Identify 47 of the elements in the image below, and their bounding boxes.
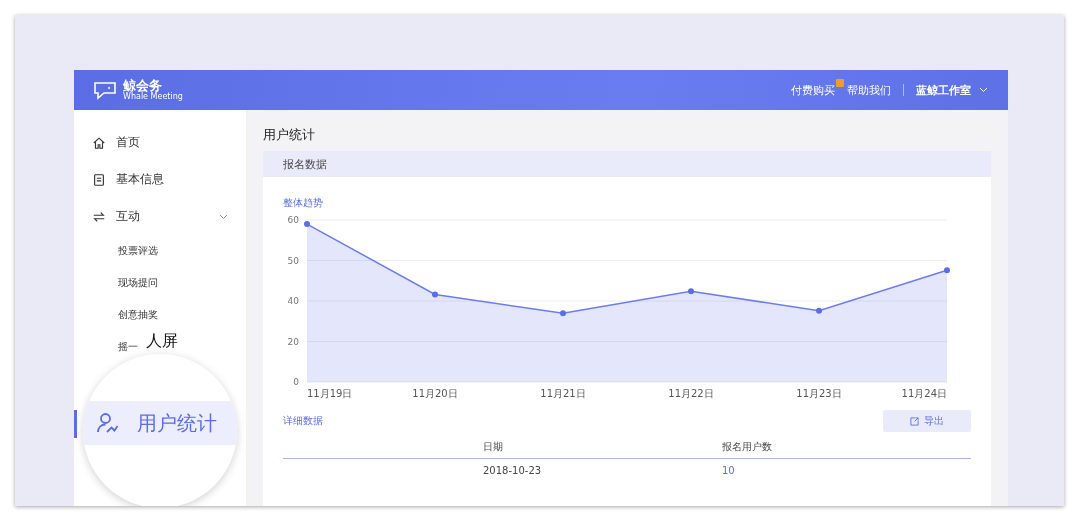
logo-icon <box>92 80 118 100</box>
table-cell-text: 10 <box>722 464 736 476</box>
selection-bar <box>74 410 77 438</box>
axis-label: 50 <box>287 255 299 266</box>
nav-subitem[interactable]: 创意抽奖 <box>118 308 158 322</box>
user-menu[interactable]: 蓝鲸工作室 <box>916 82 988 98</box>
data-point <box>944 267 950 274</box>
header-link[interactable]: 付费购买 <box>791 82 835 98</box>
header-link[interactable]: 帮助我们 <box>847 82 891 98</box>
chevron-down-icon <box>979 87 988 93</box>
section-title: 整体趋势 <box>283 197 323 208</box>
nav-item[interactable]: 基本信息 <box>74 161 246 198</box>
document-icon <box>92 172 106 187</box>
section-title: 详细数据 <box>283 414 323 428</box>
user-chart-icon <box>95 411 119 435</box>
logo-name: 鲸会务 <box>123 79 162 92</box>
data-point <box>816 307 822 314</box>
table-cell-text: 2018-10-23 <box>483 464 543 476</box>
home-icon <box>92 135 106 150</box>
export-icon <box>910 416 919 426</box>
data-point <box>688 288 694 295</box>
data-point <box>560 310 566 317</box>
column-header: 日期 <box>483 440 504 454</box>
axis-label: 0 <box>293 377 299 387</box>
axis-label: 11月23日 <box>796 388 842 399</box>
data-point <box>432 291 438 298</box>
data-point <box>304 221 310 228</box>
export-button[interactable]: 导出 <box>883 410 971 432</box>
nav-subitem[interactable]: 投票评选 <box>118 244 158 258</box>
axis-label: 60 <box>287 215 299 225</box>
swap-icon <box>92 209 106 224</box>
axis-label: 40 <box>287 296 299 306</box>
axis-label: 20 <box>287 336 299 347</box>
axis-label: 11月21日 <box>540 388 586 399</box>
nav-subitem[interactable]: 摇一 <box>118 340 138 354</box>
logo-subtitle: Whale Meeting <box>123 93 183 101</box>
column-header: 报名用户数 <box>722 440 773 454</box>
axis-label: 11月24日 <box>901 388 947 399</box>
nav-item[interactable]: 互动 <box>74 198 246 235</box>
card-header: 报名数据 <box>263 151 991 177</box>
page-title: 用户统计 <box>263 126 316 144</box>
axis-label: 11月19日 <box>307 388 353 399</box>
nav-item[interactable]: 首页 <box>74 124 246 161</box>
magnified-text: 人屏 <box>146 332 178 350</box>
axis-label: 11月20日 <box>412 388 458 399</box>
axis-label: 11月22日 <box>668 388 714 399</box>
nav-subitem[interactable]: 现场提问 <box>118 276 158 290</box>
